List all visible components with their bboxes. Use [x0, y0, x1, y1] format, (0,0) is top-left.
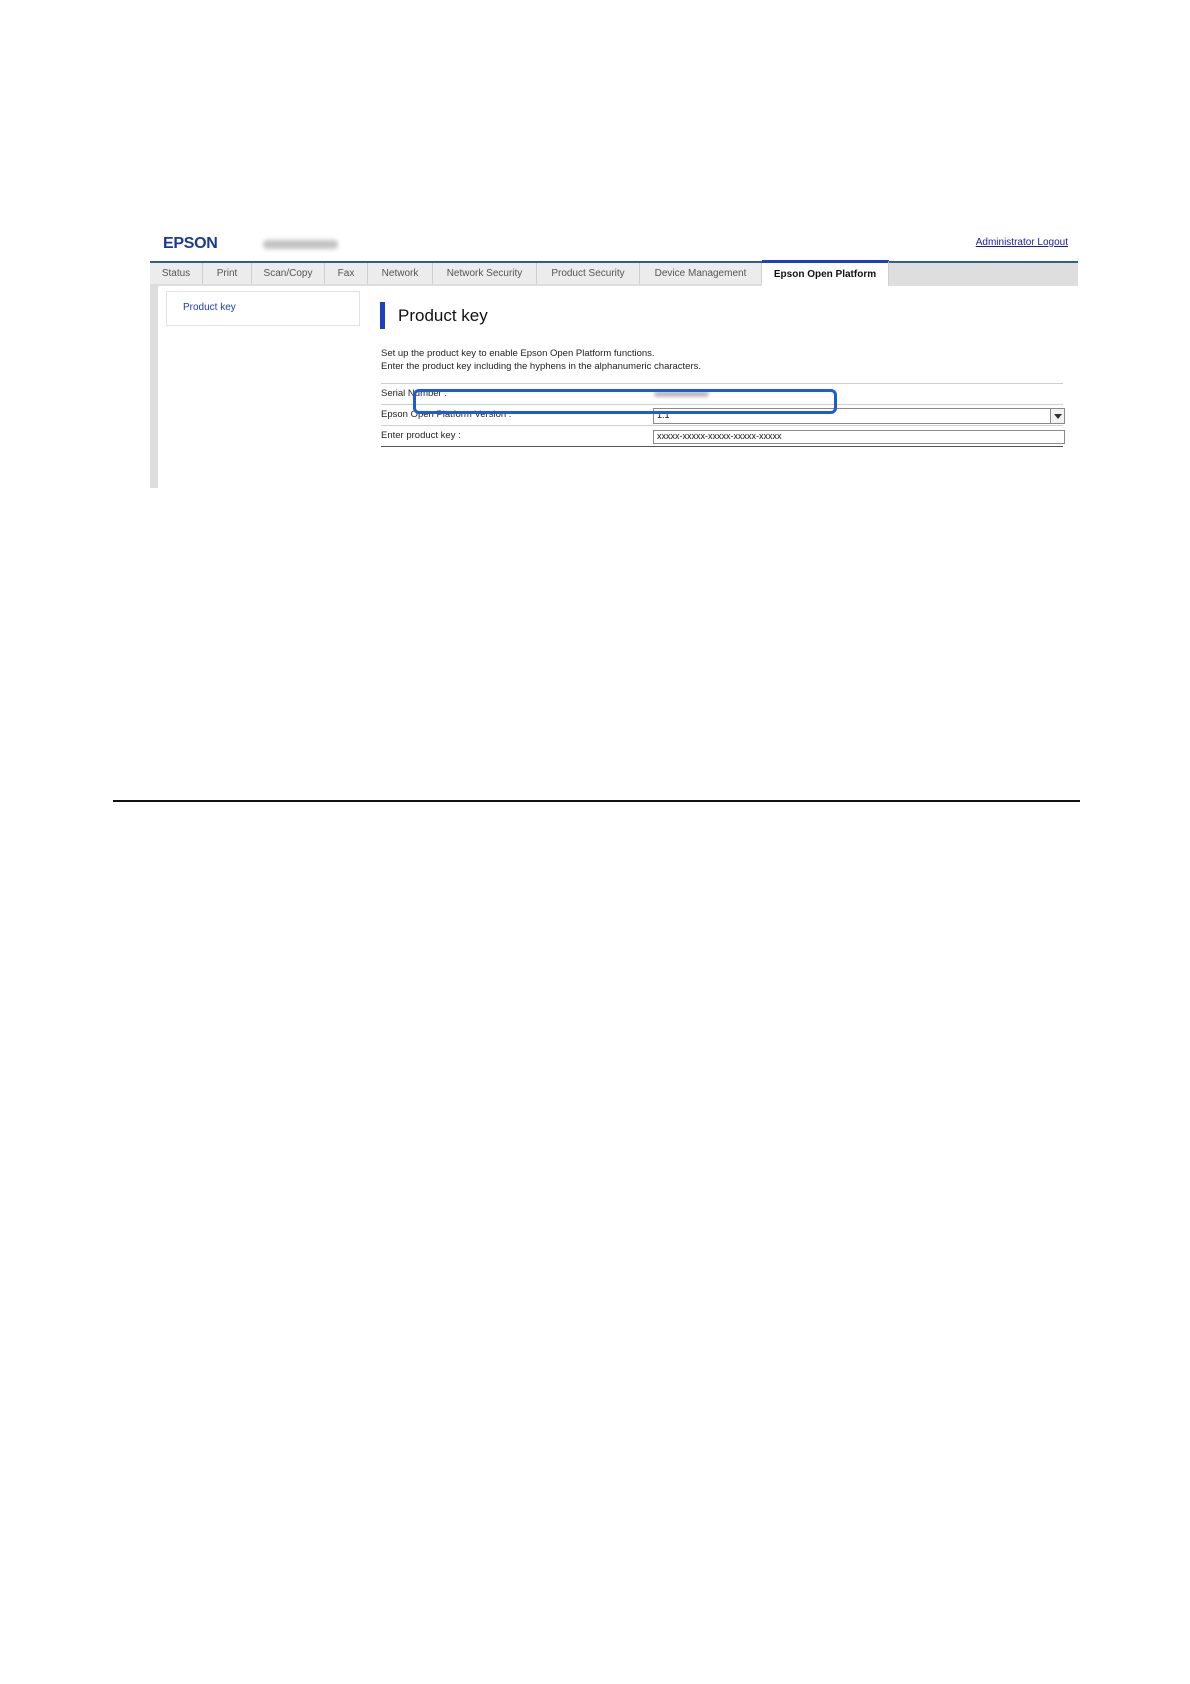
administrator-logout-link[interactable]: Administrator Logout: [976, 237, 1068, 248]
left-rail: [150, 286, 158, 488]
product-key-label: Enter product key :: [381, 430, 461, 441]
product-key-highlight-box: [413, 389, 837, 414]
page-title: Product key: [398, 306, 488, 325]
tab-device-management[interactable]: Device Management: [640, 263, 762, 284]
epson-logo: EPSON: [163, 235, 218, 252]
tab-network[interactable]: Network: [368, 263, 433, 284]
side-menu: Product key: [166, 291, 360, 326]
title-accent-bar: [380, 302, 385, 329]
chevron-down-icon[interactable]: [1050, 409, 1064, 423]
model-name-redacted: [263, 240, 338, 249]
description-line-2: Enter the product key including the hyph…: [381, 361, 702, 372]
screenshot-region: EPSON Administrator Logout Status Print …: [150, 228, 1078, 488]
description-line-1: Set up the product key to enable Epson O…: [381, 348, 655, 359]
sidebar-item-product-key[interactable]: Product key: [183, 302, 236, 313]
tab-network-security[interactable]: Network Security: [433, 263, 537, 284]
tab-scan-copy[interactable]: Scan/Copy: [252, 263, 325, 284]
tab-product-security[interactable]: Product Security: [537, 263, 640, 284]
product-key-input-value: xxxxx-xxxxx-xxxxx-xxxxx-xxxxx: [657, 431, 782, 441]
page-description: Set up the product key to enable Epson O…: [381, 347, 701, 373]
tab-epson-open-platform[interactable]: Epson Open Platform: [762, 260, 889, 286]
tab-fax[interactable]: Fax: [325, 263, 368, 284]
tab-status[interactable]: Status: [150, 263, 203, 284]
main-tab-bar: Status Print Scan/Copy Fax Network Netwo…: [150, 260, 1078, 286]
tab-print[interactable]: Print: [203, 263, 252, 284]
page-divider: [113, 800, 1080, 802]
product-key-input[interactable]: xxxxx-xxxxx-xxxxx-xxxxx-xxxxx: [653, 430, 1065, 444]
row-product-key: Enter product key : xxxxx-xxxxx-xxxxx-xx…: [381, 425, 1065, 447]
